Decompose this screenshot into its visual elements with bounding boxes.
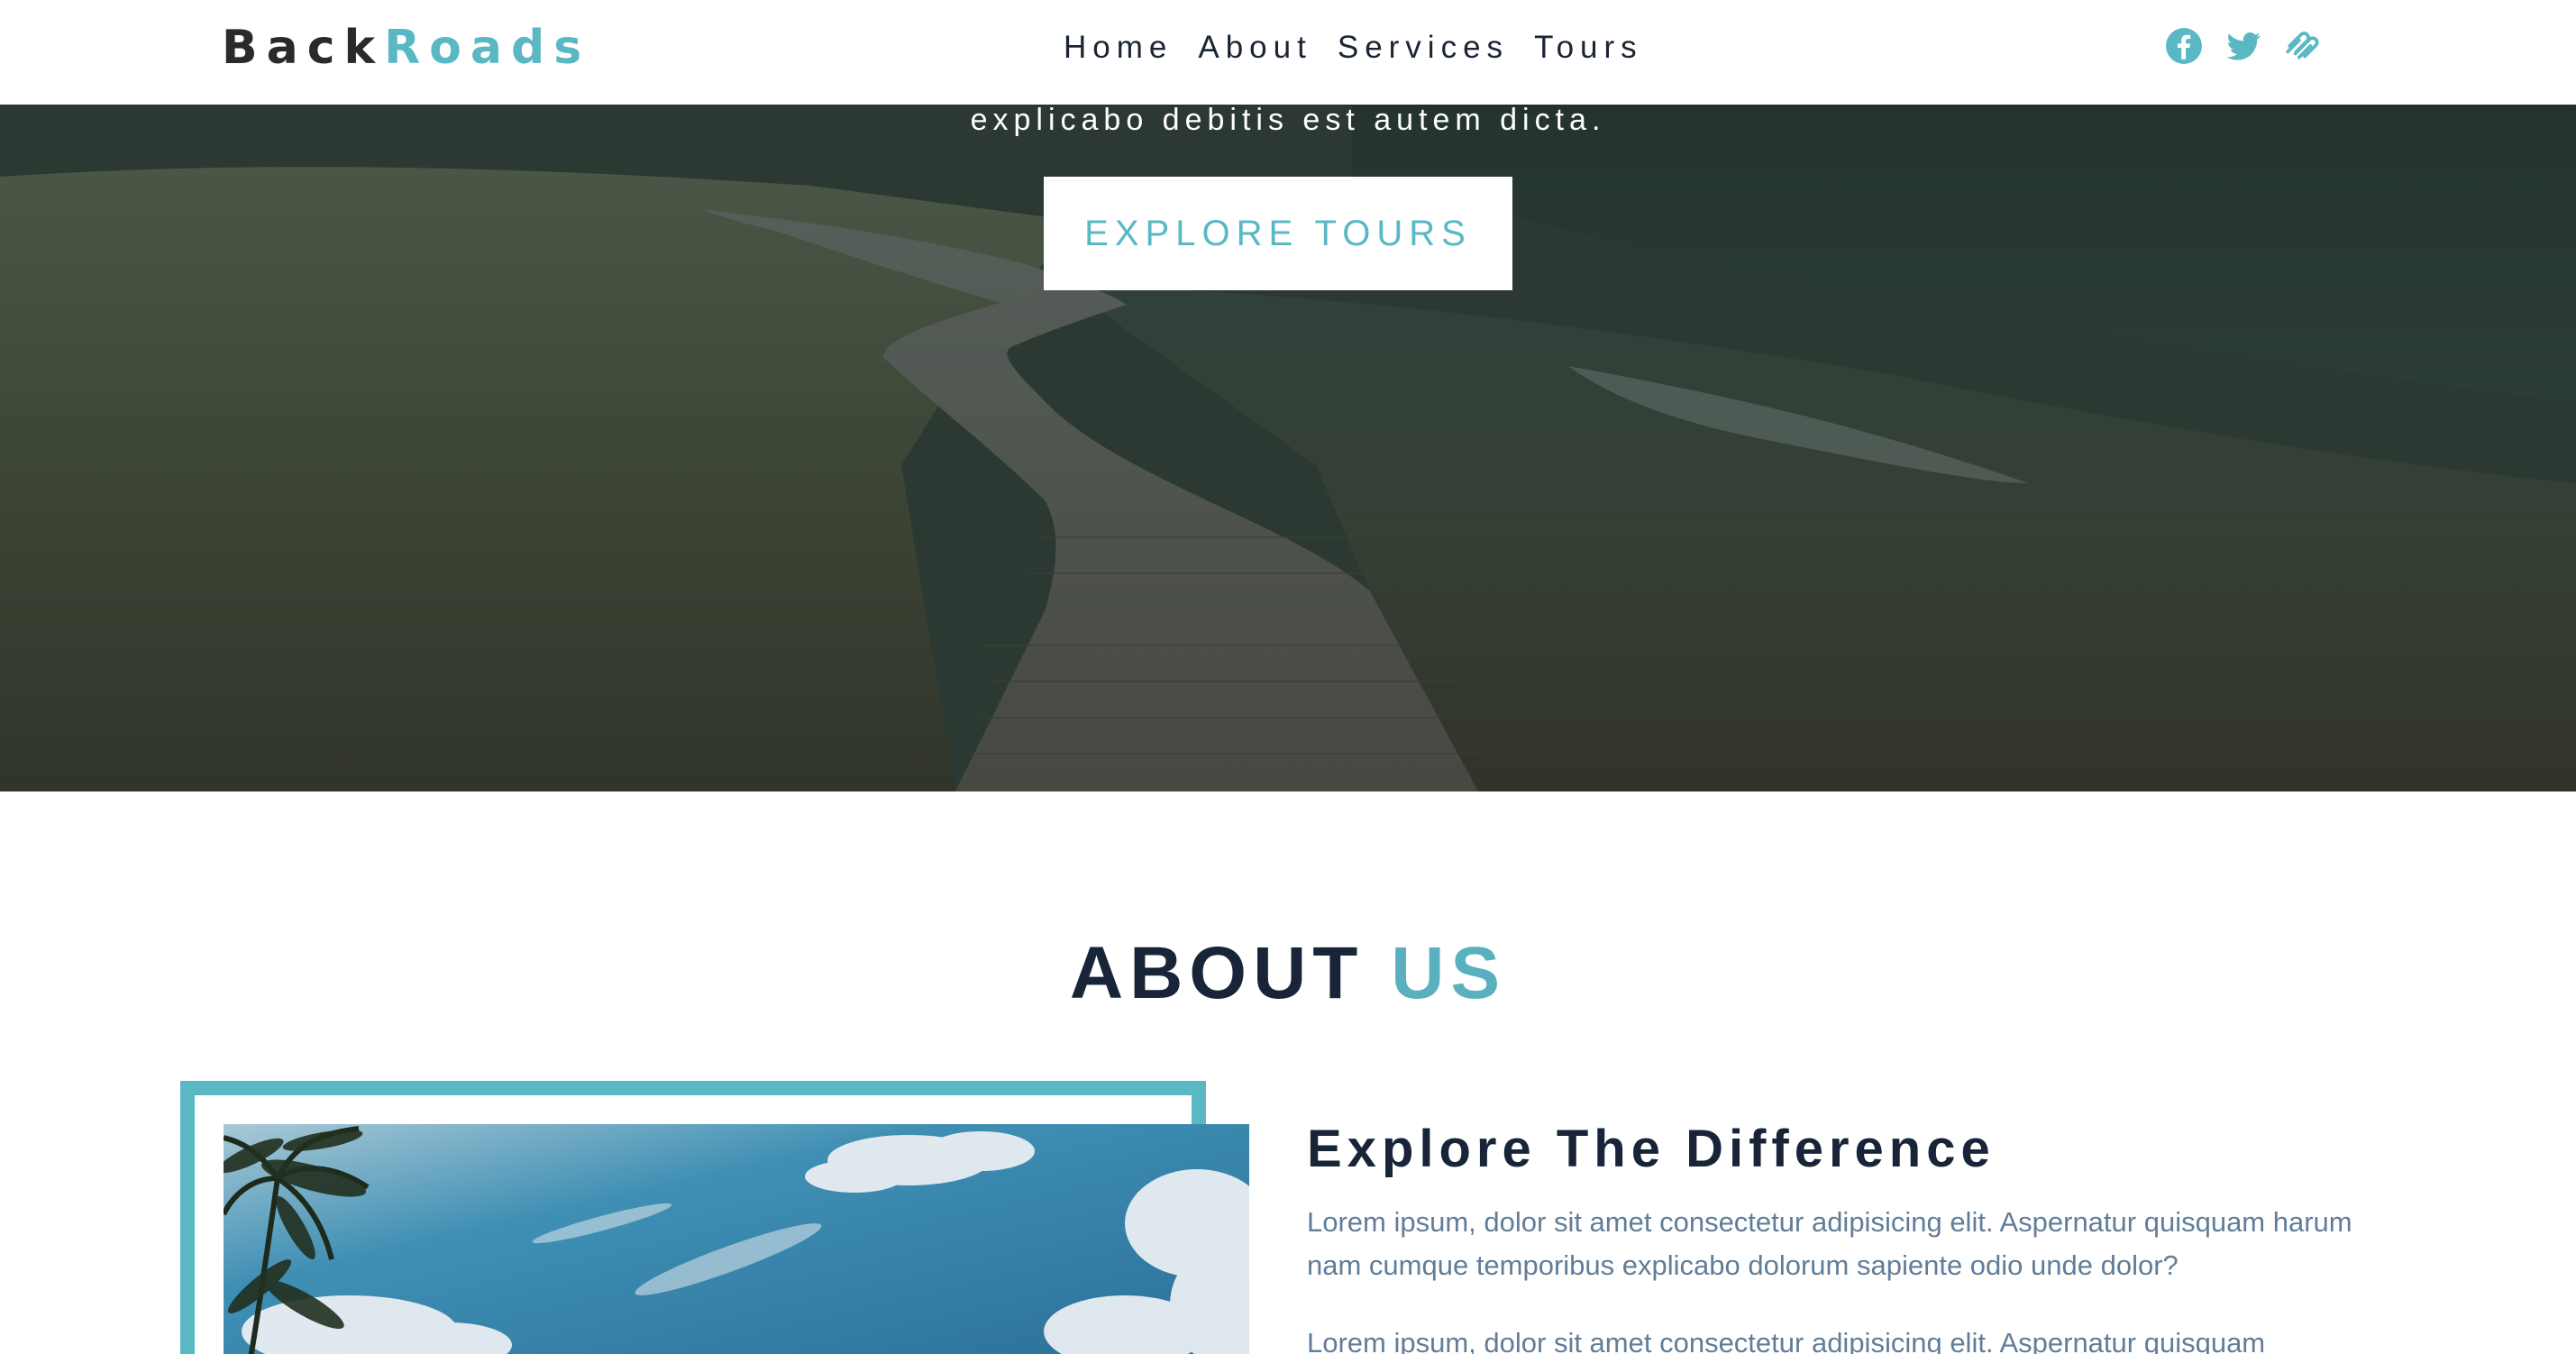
nav-link-home[interactable]: Home <box>1064 27 1173 69</box>
about-beach-sky-image <box>224 1124 1249 1354</box>
explore-tours-button[interactable]: EXPLORE TOURS <box>1044 177 1512 290</box>
about-heading: Explore The Difference <box>1307 1120 1996 1178</box>
facebook-icon[interactable] <box>2165 27 2203 65</box>
about-image <box>224 1124 1249 1354</box>
hero-subtitle: explicabo debitis est autem dicta. <box>970 105 1606 137</box>
nav-link-services[interactable]: Services <box>1338 27 1509 69</box>
logo-part-roads: Roads <box>384 21 591 75</box>
about-title-part1: ABOUT <box>1069 932 1392 1014</box>
logo-part-back: Back <box>222 21 385 75</box>
social-links <box>2165 27 2322 65</box>
nav-links: Home About Services Tours <box>1064 27 1643 69</box>
about-section-title: ABOUT US <box>0 929 2576 1019</box>
nav-link-about[interactable]: About <box>1198 27 1311 69</box>
nav-link-tours[interactable]: Tours <box>1534 27 1643 69</box>
hero-section: explicabo debitis est autem dicta. EXPLO… <box>0 105 2576 791</box>
about-paragraph-2: Lorem ipsum, dolor sit amet consectetur … <box>1307 1327 2266 1354</box>
squarespace-icon[interactable] <box>2284 27 2322 65</box>
twitter-icon[interactable] <box>2224 27 2262 65</box>
navbar: BackRoads Home About Services Tours <box>0 0 2576 105</box>
logo[interactable]: BackRoads <box>222 20 590 76</box>
about-info: Explore The Difference Lorem ipsum, dolo… <box>1307 1118 2361 1354</box>
about-paragraph-1: Lorem ipsum, dolor sit amet consectetur … <box>1307 1206 2352 1281</box>
about-title-part2: US <box>1391 932 1507 1014</box>
